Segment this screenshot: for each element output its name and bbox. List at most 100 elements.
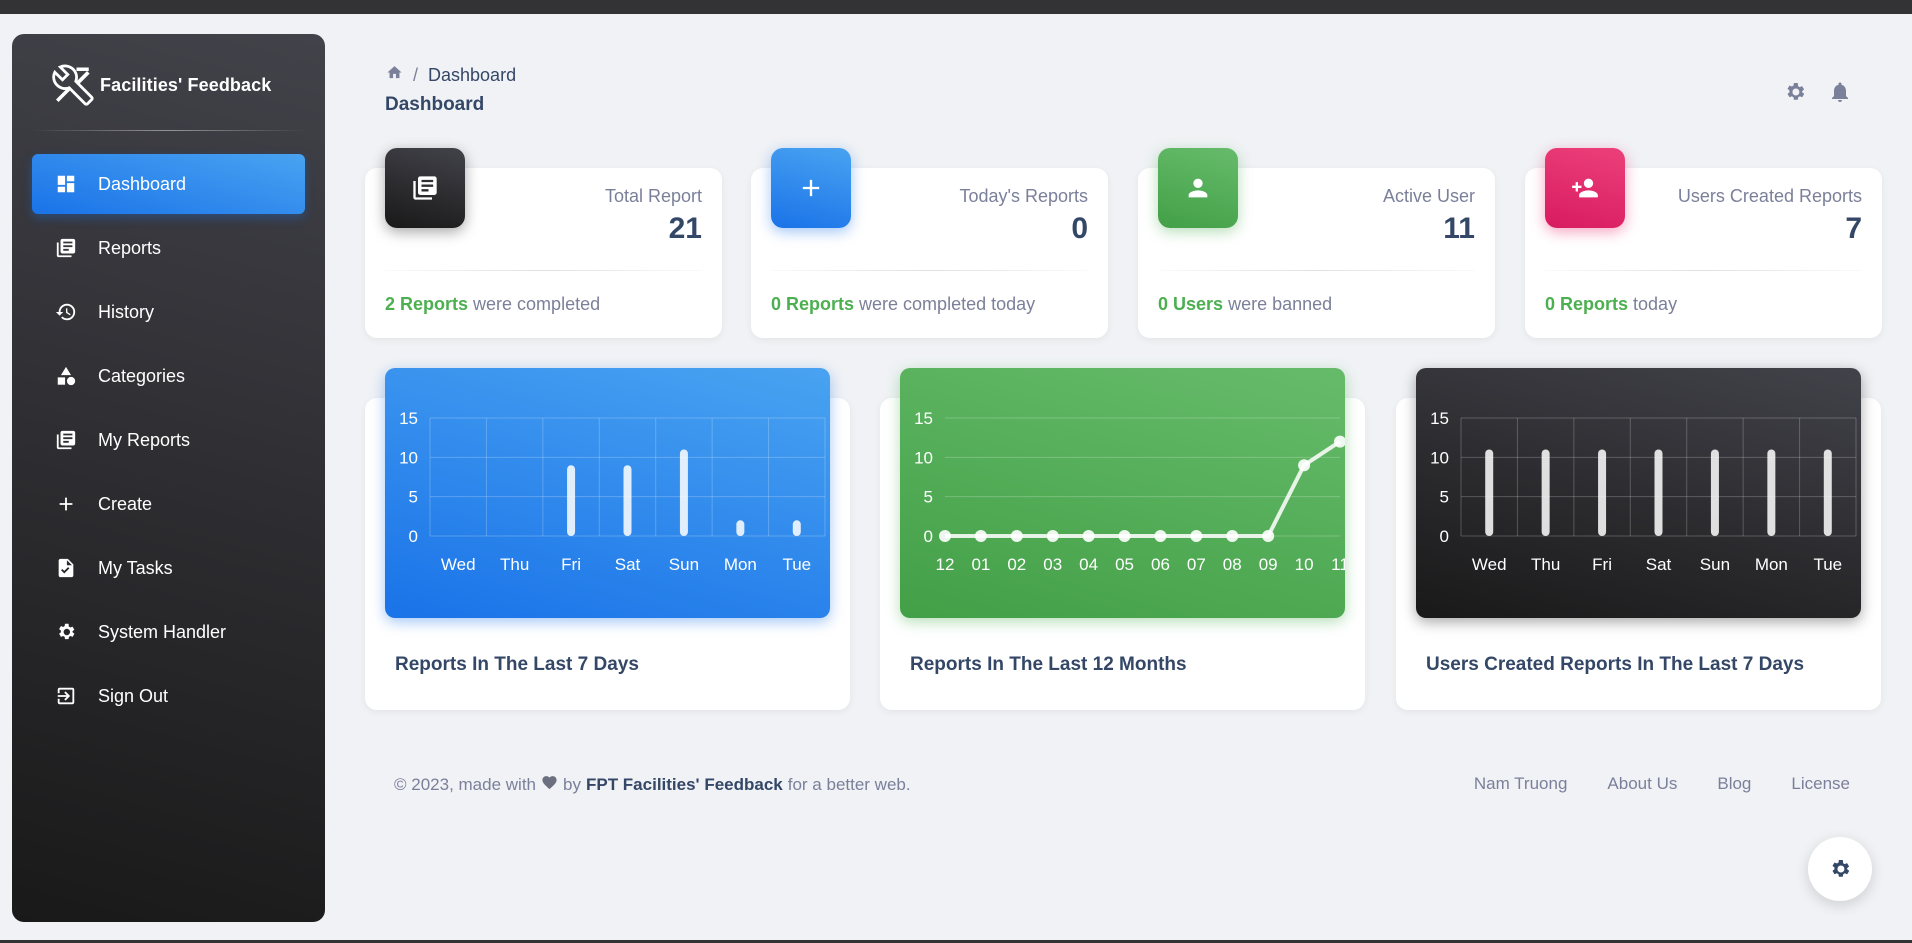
x-tick-label: 05 — [1115, 555, 1134, 574]
x-tick-label: 02 — [1007, 555, 1026, 574]
breadcrumb: / Dashboard — [386, 64, 516, 86]
footer-link-blog[interactable]: Blog — [1717, 774, 1751, 794]
data-point — [1082, 530, 1095, 542]
stat-footer: 0 Users were banned — [1158, 294, 1332, 315]
x-tick-label: 01 — [971, 555, 990, 574]
data-point — [974, 530, 987, 542]
chart-card-users-created-reports: 0 5 10 15 Wed Thu Fri Sat Sun Mon Tue Users Create… — [1396, 368, 1881, 710]
sidebar-item-label: Categories — [98, 365, 186, 386]
data-point — [1154, 530, 1167, 542]
my-reports-icon — [54, 428, 78, 452]
sidebar: Facilities' Feedback Dashboard Reports H… — [12, 34, 325, 922]
home-icon[interactable] — [386, 64, 403, 86]
bar — [1710, 449, 1719, 536]
x-tick-label: Thu — [500, 555, 529, 574]
bar — [1767, 449, 1776, 536]
data-point — [1118, 530, 1131, 542]
bar — [679, 449, 688, 536]
sidebar-divider — [30, 130, 307, 131]
sidebar-item-label: History — [98, 301, 155, 322]
task-icon — [54, 556, 78, 580]
y-tick-label: 0 — [924, 527, 933, 546]
data-point — [1262, 530, 1275, 542]
stat-footer: 0 Reports today — [1545, 294, 1677, 315]
stat-footer-highlight: 0 Users — [1158, 294, 1224, 314]
x-tick-label: 08 — [1223, 555, 1242, 574]
reports-icon — [54, 236, 78, 260]
y-tick-label: 5 — [924, 488, 933, 507]
data-point — [1226, 530, 1239, 542]
window-top-bar — [0, 0, 1912, 14]
bell-icon[interactable] — [1828, 80, 1852, 104]
y-tick-label: 0 — [409, 527, 418, 546]
stat-divider — [1158, 270, 1475, 271]
stat-value: 0 — [1071, 212, 1088, 245]
chart-reports-12-months: 05101512 01 02 03 04 05 06 07 08 09 10 11 — [914, 409, 1345, 574]
x-tick-label: Fri — [1592, 555, 1612, 574]
sidebar-item-label: My Reports — [98, 429, 191, 450]
brand[interactable]: Facilities' Feedback — [52, 64, 271, 106]
sidebar-nav: Dashboard Reports History Categories My … — [32, 154, 305, 730]
x-tick-label: 12 — [936, 555, 955, 574]
x-tick-label: Sat — [1646, 555, 1672, 574]
stat-icon-box — [1545, 148, 1625, 228]
stat-label: Active User — [1382, 186, 1475, 206]
settings-gear-icon[interactable] — [1783, 80, 1807, 104]
heart-icon — [541, 774, 558, 796]
x-tick-label: 03 — [1043, 555, 1062, 574]
chart-panel: 0 5 10 15 12 01 02 03 04 05 06 07 08 09 10 11 — [900, 368, 1345, 618]
stat-value: 21 — [668, 212, 702, 245]
sidebar-item-sign-out[interactable]: Sign Out — [32, 666, 305, 726]
chart-panel: 0 5 10 15 Wed Thu Fri Sat Sun Mon Tue — [385, 368, 830, 618]
stat-value: 11 — [1443, 212, 1475, 245]
sidebar-item-categories[interactable]: Categories — [32, 346, 305, 406]
y-tick-label: 10 — [399, 448, 418, 467]
stat-card-active-user: Active User 11 0 Users were banned — [1138, 148, 1495, 338]
sidebar-item-history[interactable]: History — [32, 282, 305, 342]
configurator-button[interactable] — [1808, 837, 1872, 901]
chart-card-reports-7-days: 0 5 10 15 Wed Thu Fri Sat Sun Mon Tue Reports In T… — [365, 368, 850, 710]
page-title: Dashboard — [385, 94, 485, 115]
sidebar-item-create[interactable]: Create — [32, 474, 305, 534]
sidebar-item-my-reports[interactable]: My Reports — [32, 410, 305, 470]
stat-divider — [385, 270, 702, 271]
x-tick-label: Wed — [1472, 555, 1507, 574]
data-point — [939, 530, 951, 542]
stat-label: Today's Reports — [959, 186, 1089, 206]
y-tick-label: 15 — [914, 409, 933, 428]
stat-label: Total Report — [604, 186, 702, 206]
sidebar-item-reports[interactable]: Reports — [32, 218, 305, 278]
y-tick-label: 15 — [1430, 409, 1449, 428]
x-tick-label: 11 — [1331, 555, 1345, 574]
y-tick-label: 15 — [399, 409, 418, 428]
breadcrumb-separator: / — [413, 64, 419, 85]
x-tick-label: Mon — [1755, 555, 1788, 574]
y-tick-label: 5 — [409, 488, 418, 507]
sidebar-item-system-handler[interactable]: System Handler — [32, 602, 305, 662]
bar — [1823, 449, 1832, 536]
stat-footer: 2 Reports were completed — [385, 294, 600, 315]
sidebar-item-dashboard[interactable]: Dashboard — [32, 154, 305, 214]
x-tick-label: Tue — [1813, 555, 1842, 574]
breadcrumb-current: Dashboard — [428, 64, 517, 85]
sidebar-item-label: Reports — [98, 237, 162, 258]
chart-panel: 0 5 10 15 Wed Thu Fri Sat Sun Mon Tue — [1416, 368, 1861, 618]
stat-icon-box — [1158, 148, 1238, 228]
footer-link-nam-truong[interactable]: Nam Truong — [1474, 774, 1568, 794]
sidebar-item-my-tasks[interactable]: My Tasks — [32, 538, 305, 598]
sign-out-icon — [54, 684, 78, 708]
sidebar-item-label: System Handler — [98, 621, 227, 642]
stat-divider — [1545, 270, 1862, 271]
y-tick-label: 10 — [914, 448, 933, 467]
footer-copyright-text: © 2023, made with — [394, 775, 536, 794]
footer-link-license[interactable]: License — [1791, 774, 1850, 794]
person-icon — [1188, 178, 1208, 198]
chart-reports-7-days: 0 5 10 15 Wed Thu Fri Sat Sun Mon Tue — [399, 409, 826, 574]
bar — [1485, 449, 1494, 536]
x-tick-label: Fri — [561, 555, 581, 574]
gear-icon — [1832, 860, 1850, 877]
data-point — [1046, 530, 1059, 542]
stat-footer-highlight: 2 Reports — [385, 294, 469, 314]
footer-link-about-us[interactable]: About Us — [1607, 774, 1677, 794]
footer-company-link[interactable]: FPT Facilities' Feedback — [586, 775, 783, 795]
